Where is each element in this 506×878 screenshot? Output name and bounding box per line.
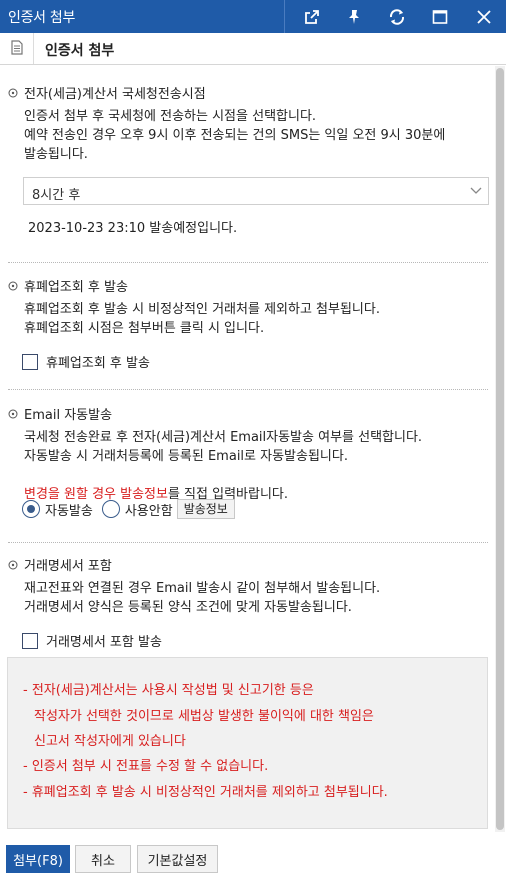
radio-auto-send-label[interactable]: 자동발송 (45, 500, 93, 519)
section-divider (8, 262, 488, 263)
window-titlebar: 인증서 첨부 (0, 0, 506, 33)
default-settings-button[interactable]: 기본값설정 (137, 845, 218, 873)
window-title: 인증서 첨부 (8, 10, 76, 26)
radio-auto-send[interactable] (22, 500, 40, 518)
statement-description: 재고전표와 연결된 경우 Email 발송시 같이 첨부해서 발송됩니다. 거래… (24, 581, 381, 615)
pin-icon (348, 9, 359, 24)
clock-bullet-icon (8, 560, 18, 569)
send-info-button[interactable]: 발송정보 (176, 499, 235, 519)
clock-bullet-icon (8, 281, 18, 290)
notice-line: - 휴폐업조회 후 발송 시 비정상적인 거래처를 제외하고 첨부됩니다. (23, 785, 388, 800)
refresh-button[interactable] (374, 0, 419, 33)
document-icon (11, 40, 23, 55)
send-time-select-value: 8시간 후 (32, 188, 81, 203)
cancel-button[interactable]: 취소 (75, 845, 131, 873)
clock-bullet-icon (8, 88, 18, 97)
header-separator (33, 33, 34, 64)
closure-check-description: 휴폐업조회 후 발송 시 비정상적인 거래처를 제외하고 첨부됩니다. 휴폐업조… (24, 302, 380, 336)
maximize-icon (432, 9, 447, 24)
settings-content: 전자(세금)계산서 국세청전송시점 인증서 첨부 후 국세청에 전송하는 시점을… (0, 65, 494, 832)
external-link-icon (304, 9, 319, 24)
notice-line: - 인증서 첨부 시 전표를 수정 할 수 없습니다. (23, 759, 269, 774)
statement-checkbox[interactable] (22, 632, 38, 649)
titlebar-separator (284, 0, 285, 33)
send-time-description: 인증서 첨부 후 국세청에 전송하는 시점을 선택합니다. 예약 전송인 경우 … (24, 109, 446, 162)
scheduled-send-text: 2023-10-23 23:10 발송예정입니다. (28, 221, 238, 236)
closure-check-checkbox-row[interactable]: 휴폐업조회 후 발송 (22, 352, 150, 371)
email-auto-description: 국세청 전송완료 후 전자(세금)계산서 Email자동발송 여부를 선택합니다… (24, 430, 423, 464)
chevron-down-icon (470, 187, 482, 194)
notice-line: 작성자가 선택한 것이므로 세법상 발생한 불이익에 대한 책임은 (34, 709, 374, 724)
closure-check-checkbox-label: 휴폐업조회 후 발송 (46, 356, 150, 371)
section-divider (8, 389, 488, 390)
section-title-closure-check: 휴폐업조회 후 발송 (8, 276, 128, 295)
close-icon (476, 9, 491, 24)
email-auto-radio-group: 자동발송 사용안함 발송정보 (22, 498, 235, 520)
notice-line: - 전자(세금)계산서는 사용시 작성법 및 신고기한 등은 (23, 683, 314, 698)
radio-no-use[interactable] (101, 500, 120, 518)
section-title-send-time: 전자(세금)계산서 국세청전송시점 (8, 83, 206, 102)
page-header: 인증서 첨부 (0, 33, 506, 65)
closure-check-checkbox[interactable] (22, 353, 38, 370)
scrollbar-thumb[interactable] (496, 68, 504, 830)
send-time-select[interactable]: 8시간 후 (23, 177, 489, 205)
section-title-email-auto: Email 자동발송 (8, 404, 112, 423)
notice-line: 신고서 작성자에게 있습니다 (34, 734, 186, 749)
refresh-icon (389, 8, 404, 25)
section-title-statement: 거래명세서 포함 (8, 555, 112, 574)
pin-button[interactable] (331, 0, 376, 33)
maximize-button[interactable] (417, 0, 462, 33)
section-divider (8, 542, 488, 543)
clock-bullet-icon (8, 409, 18, 418)
attach-button[interactable]: 첨부(F8) (6, 845, 70, 873)
statement-checkbox-label: 거래명세서 포함 발송 (46, 635, 162, 650)
vertical-scrollbar[interactable] (495, 66, 505, 832)
popout-button[interactable] (289, 0, 334, 33)
notice-box: - 전자(세금)계산서는 사용시 작성법 및 신고기한 등은 작성자가 선택한 … (7, 657, 488, 829)
close-button[interactable] (461, 0, 506, 33)
page-title: 인증서 첨부 (45, 43, 115, 59)
radio-no-use-label[interactable]: 사용안함 (125, 500, 173, 519)
statement-checkbox-row[interactable]: 거래명세서 포함 발송 (22, 631, 162, 650)
